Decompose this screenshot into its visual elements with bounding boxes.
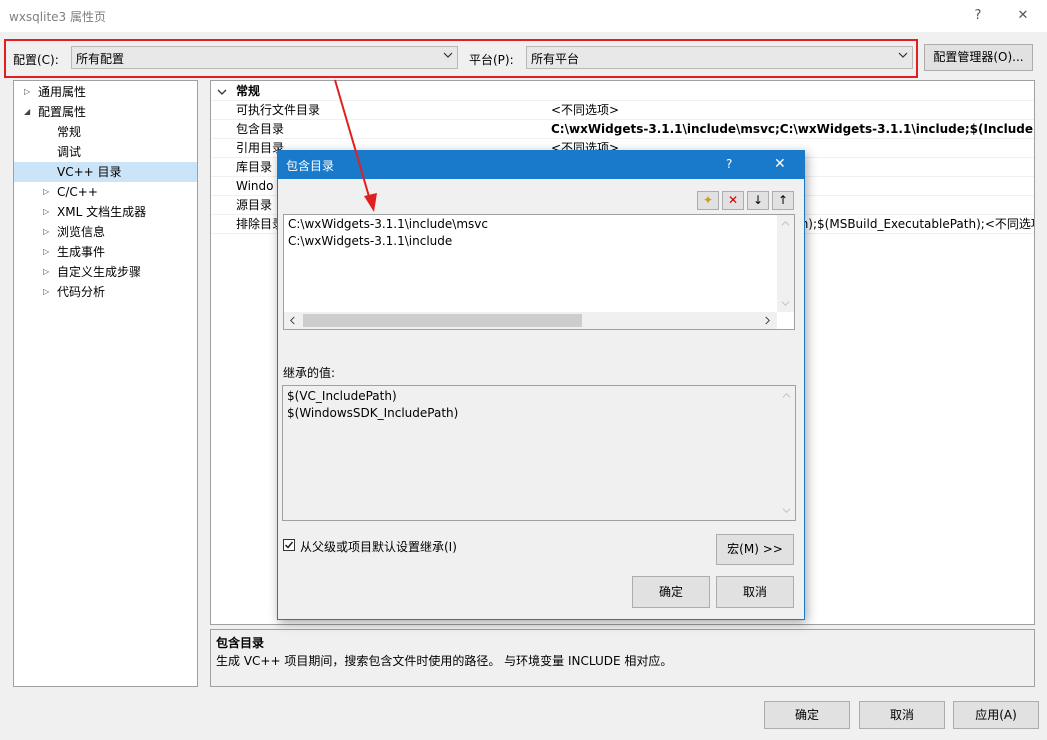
macro-button[interactable]: 宏(M) >> bbox=[716, 534, 794, 565]
vertical-scrollbar[interactable] bbox=[777, 215, 794, 312]
apply-button[interactable]: 应用(A) bbox=[953, 701, 1039, 729]
grid-row-value: <不同选项> bbox=[551, 103, 620, 117]
grid-section-title: 常规 bbox=[236, 84, 261, 98]
window-title: wxsqlite3 属性页 bbox=[9, 10, 106, 24]
tree-item-label: VC++ 目录 bbox=[57, 165, 122, 179]
move-up-icon[interactable]: ↑ bbox=[772, 191, 794, 210]
grid-row-name: 包含目录 bbox=[236, 122, 285, 136]
collapse-icon[interactable]: ◢ bbox=[24, 102, 30, 122]
tree-item-xml-doc[interactable]: ▷ XML 文档生成器 bbox=[14, 202, 197, 222]
include-directories-dialog: 包含目录 ? ✕ ✦ ✕ ↓ ↑ C:\wxWidgets-3.1.1\incl… bbox=[277, 150, 805, 620]
tree-item-build-events[interactable]: ▷ 生成事件 bbox=[14, 242, 197, 262]
scroll-up-icon[interactable] bbox=[781, 219, 790, 228]
grid-row-name: 库目录 bbox=[236, 160, 273, 174]
tree-item-debugging[interactable]: 调试 bbox=[14, 142, 197, 162]
description-title: 包含目录 bbox=[216, 636, 265, 650]
dialog-ok-button[interactable]: 确定 bbox=[632, 576, 710, 608]
highlight-box bbox=[4, 39, 918, 78]
grid-row-name: 源目录 bbox=[236, 198, 273, 212]
scroll-up-icon[interactable] bbox=[782, 391, 791, 400]
entries-list[interactable]: C:\wxWidgets-3.1.1\include\msvc C:\wxWid… bbox=[283, 214, 795, 330]
tree-item-common-properties[interactable]: ▷ 通用属性 bbox=[14, 82, 197, 102]
tree-item-config-properties[interactable]: ◢ 配置属性 bbox=[14, 102, 197, 122]
dialog-title: 包含目录 bbox=[286, 159, 335, 173]
tree-item-label: XML 文档生成器 bbox=[57, 205, 147, 219]
horizontal-scrollbar[interactable] bbox=[284, 312, 777, 329]
tree-item-label: 配置属性 bbox=[38, 105, 87, 119]
property-tree: ▷ 通用属性 ◢ 配置属性 常规 调试 VC++ 目录 ▷ C/C++ ▷ XM… bbox=[13, 80, 198, 687]
grid-row-name: Windo bbox=[236, 179, 274, 193]
tree-item-label: 常规 bbox=[57, 125, 82, 139]
expand-icon[interactable]: ▷ bbox=[43, 222, 49, 242]
dialog-close-button[interactable]: ✕ bbox=[774, 156, 786, 172]
inherit-checkbox[interactable] bbox=[283, 539, 295, 551]
delete-icon[interactable]: ✕ bbox=[722, 191, 744, 210]
description-panel: 包含目录 生成 VC++ 项目期间，搜索包含文件时使用的路径。 与环境变量 IN… bbox=[210, 629, 1035, 687]
inherited-label: 继承的值: bbox=[283, 366, 336, 380]
dialog-title-bar: 包含目录 ? ✕ bbox=[278, 151, 804, 179]
tree-item-browse-info[interactable]: ▷ 浏览信息 bbox=[14, 222, 197, 242]
cancel-button[interactable]: 取消 bbox=[859, 701, 945, 729]
config-manager-button[interactable]: 配置管理器(O)... bbox=[924, 44, 1033, 71]
scroll-left-icon[interactable] bbox=[288, 316, 297, 325]
tree-item-label: 调试 bbox=[57, 145, 82, 159]
scroll-thumb[interactable] bbox=[303, 314, 582, 327]
inherit-checkbox-label[interactable]: 从父级或项目默认设置继承(I) bbox=[300, 538, 457, 555]
list-item: $(WindowsSDK_IncludePath) bbox=[287, 406, 459, 420]
tree-item-label: 通用属性 bbox=[38, 85, 87, 99]
checkmark-icon bbox=[284, 541, 294, 549]
close-button[interactable]: ✕ bbox=[1000, 0, 1046, 32]
tree-item-custom-build[interactable]: ▷ 自定义生成步骤 bbox=[14, 262, 197, 282]
grid-row[interactable]: 包含目录 C:\wxWidgets-3.1.1\include\msvc;C:\… bbox=[211, 120, 1035, 139]
tree-item-label: C/C++ bbox=[57, 185, 98, 199]
tree-item-code-analysis[interactable]: ▷ 代码分析 bbox=[14, 282, 197, 302]
dialog-help-button[interactable]: ? bbox=[726, 157, 732, 171]
expand-icon[interactable]: ▷ bbox=[24, 82, 30, 102]
move-down-icon[interactable]: ↓ bbox=[747, 191, 769, 210]
grid-row-name: 可执行文件目录 bbox=[236, 103, 321, 117]
ok-button[interactable]: 确定 bbox=[764, 701, 850, 729]
tree-item-label: 自定义生成步骤 bbox=[57, 265, 142, 279]
grid-row-value: th);$(MSBuild_ExecutablePath);<不同选项 bbox=[796, 217, 1035, 231]
title-bar: wxsqlite3 属性页 ? ✕ bbox=[0, 0, 1047, 32]
new-line-icon[interactable]: ✦ bbox=[697, 191, 719, 210]
scroll-down-icon[interactable] bbox=[782, 506, 791, 515]
scroll-right-icon[interactable] bbox=[763, 316, 772, 325]
grid-row-value: C:\wxWidgets-3.1.1\include\msvc;C:\wxWid… bbox=[551, 122, 1035, 136]
description-text: 生成 VC++ 项目期间，搜索包含文件时使用的路径。 与环境变量 INCLUDE… bbox=[216, 654, 673, 668]
expand-icon[interactable]: ▷ bbox=[43, 242, 49, 262]
chevron-down-icon[interactable] bbox=[217, 87, 227, 97]
tree-item-label: 代码分析 bbox=[57, 285, 106, 299]
list-item[interactable]: C:\wxWidgets-3.1.1\include\msvc bbox=[288, 217, 488, 231]
list-item[interactable]: C:\wxWidgets-3.1.1\include bbox=[288, 234, 452, 248]
expand-icon[interactable]: ▷ bbox=[43, 202, 49, 222]
expand-icon[interactable]: ▷ bbox=[43, 282, 49, 302]
grid-section-header[interactable]: 常规 bbox=[211, 82, 1034, 101]
dialog-cancel-button[interactable]: 取消 bbox=[716, 576, 794, 608]
vertical-scrollbar[interactable] bbox=[778, 386, 795, 520]
grid-row[interactable]: 可执行文件目录 <不同选项> bbox=[211, 101, 1034, 120]
help-button[interactable]: ? bbox=[955, 0, 1001, 32]
tree-item-general[interactable]: 常规 bbox=[14, 122, 197, 142]
inherited-list: $(VC_IncludePath) $(WindowsSDK_IncludePa… bbox=[282, 385, 796, 521]
scroll-down-icon[interactable] bbox=[781, 299, 790, 308]
expand-icon[interactable]: ▷ bbox=[43, 262, 49, 282]
tree-item-vc-directories[interactable]: VC++ 目录 bbox=[14, 162, 197, 182]
list-item: $(VC_IncludePath) bbox=[287, 389, 397, 403]
expand-icon[interactable]: ▷ bbox=[43, 182, 49, 202]
tree-item-cpp[interactable]: ▷ C/C++ bbox=[14, 182, 197, 202]
tree-item-label: 浏览信息 bbox=[57, 225, 106, 239]
tree-item-label: 生成事件 bbox=[57, 245, 106, 259]
